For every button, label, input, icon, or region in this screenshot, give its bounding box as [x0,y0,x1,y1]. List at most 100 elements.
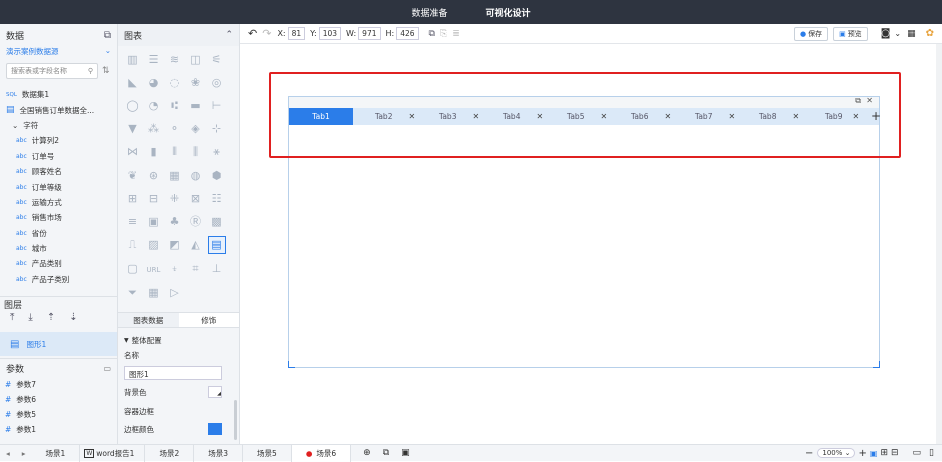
button-icon[interactable]: ▢ [124,259,142,277]
redo-icon[interactable]: ↷ [262,27,271,40]
shape-icon[interactable]: ◭ [187,236,205,254]
bubble-icon[interactable]: ⚬ [166,120,184,138]
chevron-up-icon[interactable]: ⌃ [225,30,233,40]
vertical-scrollbar[interactable] [936,44,942,444]
x-input[interactable]: 81 [287,27,306,40]
boxplot-icon[interactable]: ⋈ [124,143,142,161]
move-up-icon[interactable]: ⇡ [47,312,55,323]
y-input[interactable]: 103 [318,27,342,40]
param-item[interactable]: # 参数1 [0,422,117,437]
filter-widget-icon[interactable]: ⍖ [166,260,184,278]
3d-icon[interactable]: ⬢ [208,166,226,184]
paste-icon[interactable]: ⎘ [440,29,447,39]
add-scene-icon[interactable]: ⊕ [363,448,371,458]
datasource-select[interactable]: 演示案例数据源 ⌄ [0,46,117,57]
tab-widget-icon[interactable]: ▤ [207,235,226,254]
param-item[interactable]: # 参数5 [0,407,117,422]
wordcloud-icon[interactable]: ⚹ [208,143,226,161]
tree-item-table[interactable]: ▤ 全国销售订单数据全... [6,102,117,117]
scene-tab-active[interactable]: ● 场景6 [291,444,352,462]
add-word-icon[interactable]: ▣ [401,448,410,458]
scene-tab[interactable]: 场景2 [145,444,195,462]
scene-tab[interactable]: 场景3 [194,444,244,462]
add-report-icon[interactable]: ⧉ [383,448,389,458]
name-input[interactable]: 图形1 [124,366,222,380]
tree-item-field[interactable]: abc 产品子类别 [6,272,117,287]
map-icon[interactable]: ⊛ [145,166,163,184]
move-top-icon[interactable]: ⤒ [10,312,14,323]
video-icon[interactable]: ▷ [166,284,184,302]
gif-icon[interactable]: ▩ [208,213,226,231]
layer-item[interactable]: ▤ 图形1 [0,332,117,356]
sort-icon[interactable]: ⇅ [102,66,110,76]
fit-page-icon[interactable]: ▣ [870,449,878,458]
donut-chart-icon[interactable]: ◌ [166,74,184,92]
w-input[interactable]: 971 [358,27,381,40]
progress-ring-icon[interactable]: ◯ [124,97,142,115]
param-item[interactable]: # 参数7 [0,377,117,392]
candlestick-icon[interactable]: ⫼ [187,143,205,161]
fit-width-icon[interactable]: ⊞ [880,448,888,458]
tree-item-field[interactable]: abc 省份 [6,226,117,241]
grid-icon[interactable]: ▦ [907,29,916,39]
tab-chart-data[interactable]: 图表数据 [118,313,179,327]
mobile-view-icon[interactable]: ▯ [929,448,934,458]
scene-tab[interactable]: 场景1 [32,444,81,462]
line-chart-icon[interactable]: ≋ [166,51,184,69]
zoom-in-icon[interactable]: + [858,448,866,459]
copy-icon[interactable]: ⧉ [429,29,435,39]
design-canvas[interactable]: ⧉ ✕ Tab1 Tab2 ✕ Tab3 ✕ Tab4 ✕ Tab5 ✕ Tab6 ✕ T… [240,44,942,444]
histogram-icon[interactable]: ▮ [145,143,163,161]
tree-table-icon[interactable]: ⁜ [166,189,184,207]
geo-map-icon[interactable]: ◍ [187,166,205,184]
tab-visual-design[interactable]: 可视化设计 [482,6,535,19]
bar-line-chart-icon[interactable]: ⚟ [208,51,226,69]
add-dataset-icon[interactable]: ⧉ [104,30,111,41]
waterfall-icon[interactable]: ⊹ [208,120,226,138]
zoom-select[interactable]: 100% ⌄ [817,448,856,458]
move-bottom-icon[interactable]: ⤓ [28,312,32,323]
camera-icon[interactable]: ◙ [881,28,891,39]
tree-icon[interactable]: ⊢ [208,97,226,115]
resize-handle[interactable] [288,361,295,368]
tab-data-prep[interactable]: 数据准备 [407,6,451,19]
tree-item-dataset[interactable]: SQL 数据集1 [6,87,117,102]
undo-icon[interactable]: ↶ [248,27,257,40]
cross-table-icon[interactable]: ⊟ [145,189,163,207]
pie-chart-icon[interactable]: ◕ [145,74,163,92]
section-header[interactable]: ▼ 整体配置 [124,330,233,350]
zoom-out-icon[interactable]: − [805,448,813,459]
r-chart-icon[interactable]: Ⓡ [187,212,205,230]
url-icon[interactable]: URL [145,261,163,279]
tree-item-field[interactable]: abc 城市 [6,241,117,256]
save-button[interactable]: ● 保存 [793,26,829,41]
kpi-icon[interactable]: ⑆ [166,97,184,115]
org-chart-icon[interactable]: ⊥ [208,259,226,277]
ring-chart-icon[interactable]: ◎ [208,74,226,92]
indicator-icon[interactable]: ▬ [187,97,205,115]
h-input[interactable]: 426 [396,27,419,40]
funnel-icon[interactable]: ▼ [124,120,142,138]
tree-item-field[interactable]: abc 销售市场 [6,210,117,225]
preview-button[interactable]: ▣ 预览 [833,26,868,41]
table-icon[interactable]: ⊞ [124,189,142,207]
qrcode-icon[interactable]: ⌗ [187,260,205,278]
align-icon[interactable]: ≣ [452,29,460,39]
color-theme-icon[interactable]: ✿ [926,28,934,39]
collapse-icon[interactable]: ▭ [103,364,111,373]
scene-tab[interactable]: Wword报告1 [80,444,146,462]
gauge-icon[interactable]: ◔ [145,97,163,115]
tab-style[interactable]: 修饰 [178,313,239,327]
heatmap-icon[interactable]: ▦ [166,166,184,184]
chart-widget-icon[interactable]: ♣ [166,213,184,231]
area-chart-icon[interactable]: ◣ [124,74,142,92]
combo-chart-icon[interactable]: ◫ [187,51,205,69]
prev-scene-icon[interactable]: ◂ [0,449,16,458]
filter-icon[interactable]: ⏷ [124,284,142,302]
tree-item-field[interactable]: abc 顾客姓名 [6,164,117,179]
rich-text-icon[interactable]: ▣ [145,213,163,231]
scene-tab[interactable]: 场景5 [243,444,292,462]
param-item[interactable]: # 参数6 [0,392,117,407]
bar-chart-icon[interactable]: ☰ [145,51,163,69]
chevron-down-icon[interactable]: ⌄ [894,29,901,38]
